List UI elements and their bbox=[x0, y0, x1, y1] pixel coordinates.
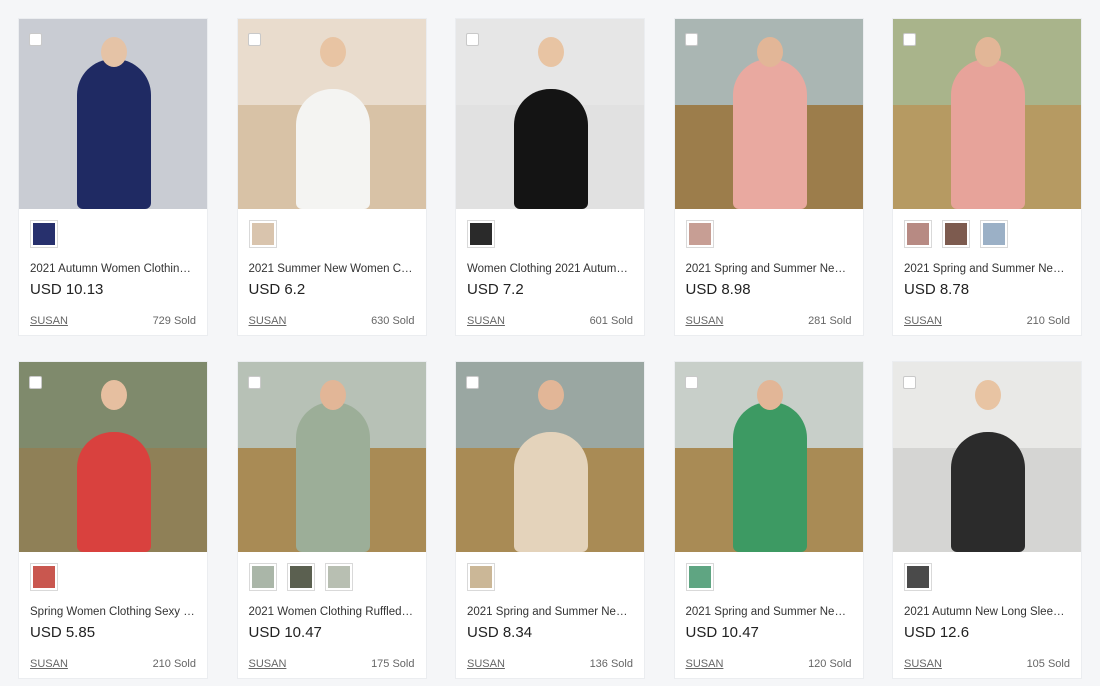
variant-thumbnail[interactable] bbox=[467, 220, 495, 248]
variant-thumbnail[interactable] bbox=[30, 563, 58, 591]
seller-link[interactable]: SUSAN bbox=[904, 657, 942, 671]
variant-thumbnail[interactable] bbox=[248, 220, 277, 248]
product-title[interactable]: 2021 Spring and Summer New Jumpsuit bbox=[456, 592, 644, 619]
variant-thumbnail[interactable] bbox=[942, 220, 970, 248]
product-price: USD 8.78 bbox=[904, 281, 970, 298]
select-checkbox[interactable] bbox=[247, 376, 261, 389]
product-title[interactable]: Women Clothing 2021 Autumn Lace Sleeve T… bbox=[456, 249, 644, 276]
product-price: USD 10.47 bbox=[685, 624, 759, 641]
select-checkbox[interactable] bbox=[903, 33, 916, 46]
select-checkbox[interactable] bbox=[466, 33, 479, 46]
product-card[interactable]: 2021 Spring and Summer New Jumpsuit USD … bbox=[455, 361, 645, 679]
variant-thumbnail[interactable] bbox=[286, 563, 315, 591]
seller-link[interactable]: SUSAN bbox=[467, 314, 505, 328]
select-checkbox[interactable] bbox=[684, 376, 698, 389]
variant-thumbnails bbox=[456, 209, 644, 249]
variant-thumbnail[interactable] bbox=[685, 563, 714, 591]
variant-thumbnails bbox=[238, 209, 426, 249]
product-card[interactable]: Spring Women Clothing Sexy One Shoulder … bbox=[18, 361, 208, 679]
seller-link[interactable]: SUSAN bbox=[686, 657, 724, 671]
product-price: USD 8.98 bbox=[685, 281, 751, 298]
sold-count: 630 Sold bbox=[371, 315, 415, 327]
product-image[interactable] bbox=[674, 19, 863, 209]
product-image[interactable] bbox=[456, 19, 644, 209]
sold-count: 210 Sold bbox=[1026, 315, 1070, 327]
variant-thumbnail[interactable] bbox=[30, 220, 58, 248]
variant-thumbnails bbox=[238, 552, 426, 592]
product-title[interactable]: 2021 Spring and Summer New Floral Long D… bbox=[675, 249, 863, 276]
product-card[interactable]: Women Clothing 2021 Autumn Lace Sleeve T… bbox=[455, 18, 645, 336]
product-title[interactable]: 2021 Spring and Summer New Print Dress bbox=[675, 592, 863, 619]
variant-thumbnails bbox=[675, 209, 863, 249]
product-title[interactable]: 2021 Women Clothing Ruffled Floral Dress bbox=[238, 592, 426, 619]
sold-count: 120 Sold bbox=[808, 658, 852, 670]
seller-link[interactable]: SUSAN bbox=[904, 314, 942, 328]
product-image[interactable] bbox=[456, 362, 644, 552]
sold-count: 601 Sold bbox=[589, 315, 633, 327]
variant-thumbnail[interactable] bbox=[685, 220, 714, 248]
seller-link[interactable]: SUSAN bbox=[249, 657, 287, 671]
sold-count: 175 Sold bbox=[371, 658, 415, 670]
select-checkbox[interactable] bbox=[466, 376, 479, 389]
sold-count: 136 Sold bbox=[589, 658, 633, 670]
product-price: USD 10.13 bbox=[30, 281, 104, 298]
variant-thumbnail[interactable] bbox=[248, 563, 277, 591]
product-card[interactable]: 2021 Women Clothing Ruffled Floral Dress… bbox=[236, 361, 427, 679]
variant-thumbnail[interactable] bbox=[324, 563, 353, 591]
variant-thumbnail[interactable] bbox=[980, 220, 1008, 248]
product-title[interactable]: 2021 Autumn Women Clothing Solid Color V… bbox=[19, 249, 207, 276]
product-image[interactable] bbox=[19, 19, 207, 209]
product-price: USD 6.2 bbox=[248, 281, 306, 298]
product-card[interactable]: 2021 Autumn New Long Sleeve Plaid Shirt … bbox=[892, 361, 1082, 679]
select-checkbox[interactable] bbox=[903, 376, 916, 389]
product-price: USD 10.47 bbox=[248, 624, 322, 641]
select-checkbox[interactable] bbox=[247, 33, 261, 46]
select-checkbox[interactable] bbox=[29, 376, 42, 389]
select-checkbox[interactable] bbox=[684, 33, 698, 46]
sold-count: 281 Sold bbox=[808, 315, 852, 327]
sold-count: 729 Sold bbox=[152, 315, 196, 327]
product-price: USD 8.34 bbox=[467, 624, 533, 641]
product-image[interactable] bbox=[893, 19, 1081, 209]
product-image[interactable] bbox=[19, 362, 207, 552]
sold-count: 210 Sold bbox=[152, 658, 196, 670]
product-title[interactable]: 2021 Autumn New Long Sleeve Plaid Shirt bbox=[893, 592, 1081, 619]
variant-thumbnails bbox=[456, 552, 644, 592]
product-price: USD 7.2 bbox=[467, 281, 524, 298]
product-card[interactable]: 2021 Spring and Summer New Bohemian Dres… bbox=[892, 18, 1082, 336]
seller-link[interactable]: SUSAN bbox=[686, 314, 724, 328]
product-card[interactable]: 2021 Autumn Women Clothing Solid Color V… bbox=[18, 18, 208, 336]
product-card[interactable]: 2021 Summer New Women Clothing Ruffle To… bbox=[236, 18, 427, 336]
product-card[interactable]: 2021 Spring and Summer New Print Dress U… bbox=[673, 361, 864, 679]
product-image[interactable] bbox=[893, 362, 1081, 552]
variant-thumbnails bbox=[893, 209, 1081, 249]
product-title[interactable]: 2021 Summer New Women Clothing Ruffle To… bbox=[238, 249, 426, 276]
product-title[interactable]: 2021 Spring and Summer New Bohemian Dres… bbox=[893, 249, 1081, 276]
product-image[interactable] bbox=[237, 19, 426, 209]
variant-thumbnail[interactable] bbox=[904, 220, 932, 248]
variant-thumbnail[interactable] bbox=[904, 563, 932, 591]
seller-link[interactable]: SUSAN bbox=[249, 314, 287, 328]
seller-link[interactable]: SUSAN bbox=[30, 314, 68, 328]
seller-link[interactable]: SUSAN bbox=[467, 657, 505, 671]
variant-thumbnails bbox=[19, 209, 207, 249]
product-price: USD 5.85 bbox=[30, 624, 96, 641]
sold-count: 105 Sold bbox=[1026, 658, 1070, 670]
product-price: USD 12.6 bbox=[904, 624, 970, 641]
variant-thumbnails bbox=[893, 552, 1081, 592]
product-grid: 2021 Autumn Women Clothing Solid Color V… bbox=[18, 18, 1082, 679]
select-checkbox[interactable] bbox=[29, 33, 42, 46]
product-card[interactable]: 2021 Spring and Summer New Floral Long D… bbox=[673, 18, 864, 336]
variant-thumbnail[interactable] bbox=[467, 563, 495, 591]
seller-link[interactable]: SUSAN bbox=[30, 657, 68, 671]
variant-thumbnails bbox=[19, 552, 207, 592]
variant-thumbnails bbox=[675, 552, 863, 592]
product-image[interactable] bbox=[674, 362, 863, 552]
product-title[interactable]: Spring Women Clothing Sexy One Shoulder … bbox=[19, 592, 207, 619]
product-image[interactable] bbox=[237, 362, 426, 552]
